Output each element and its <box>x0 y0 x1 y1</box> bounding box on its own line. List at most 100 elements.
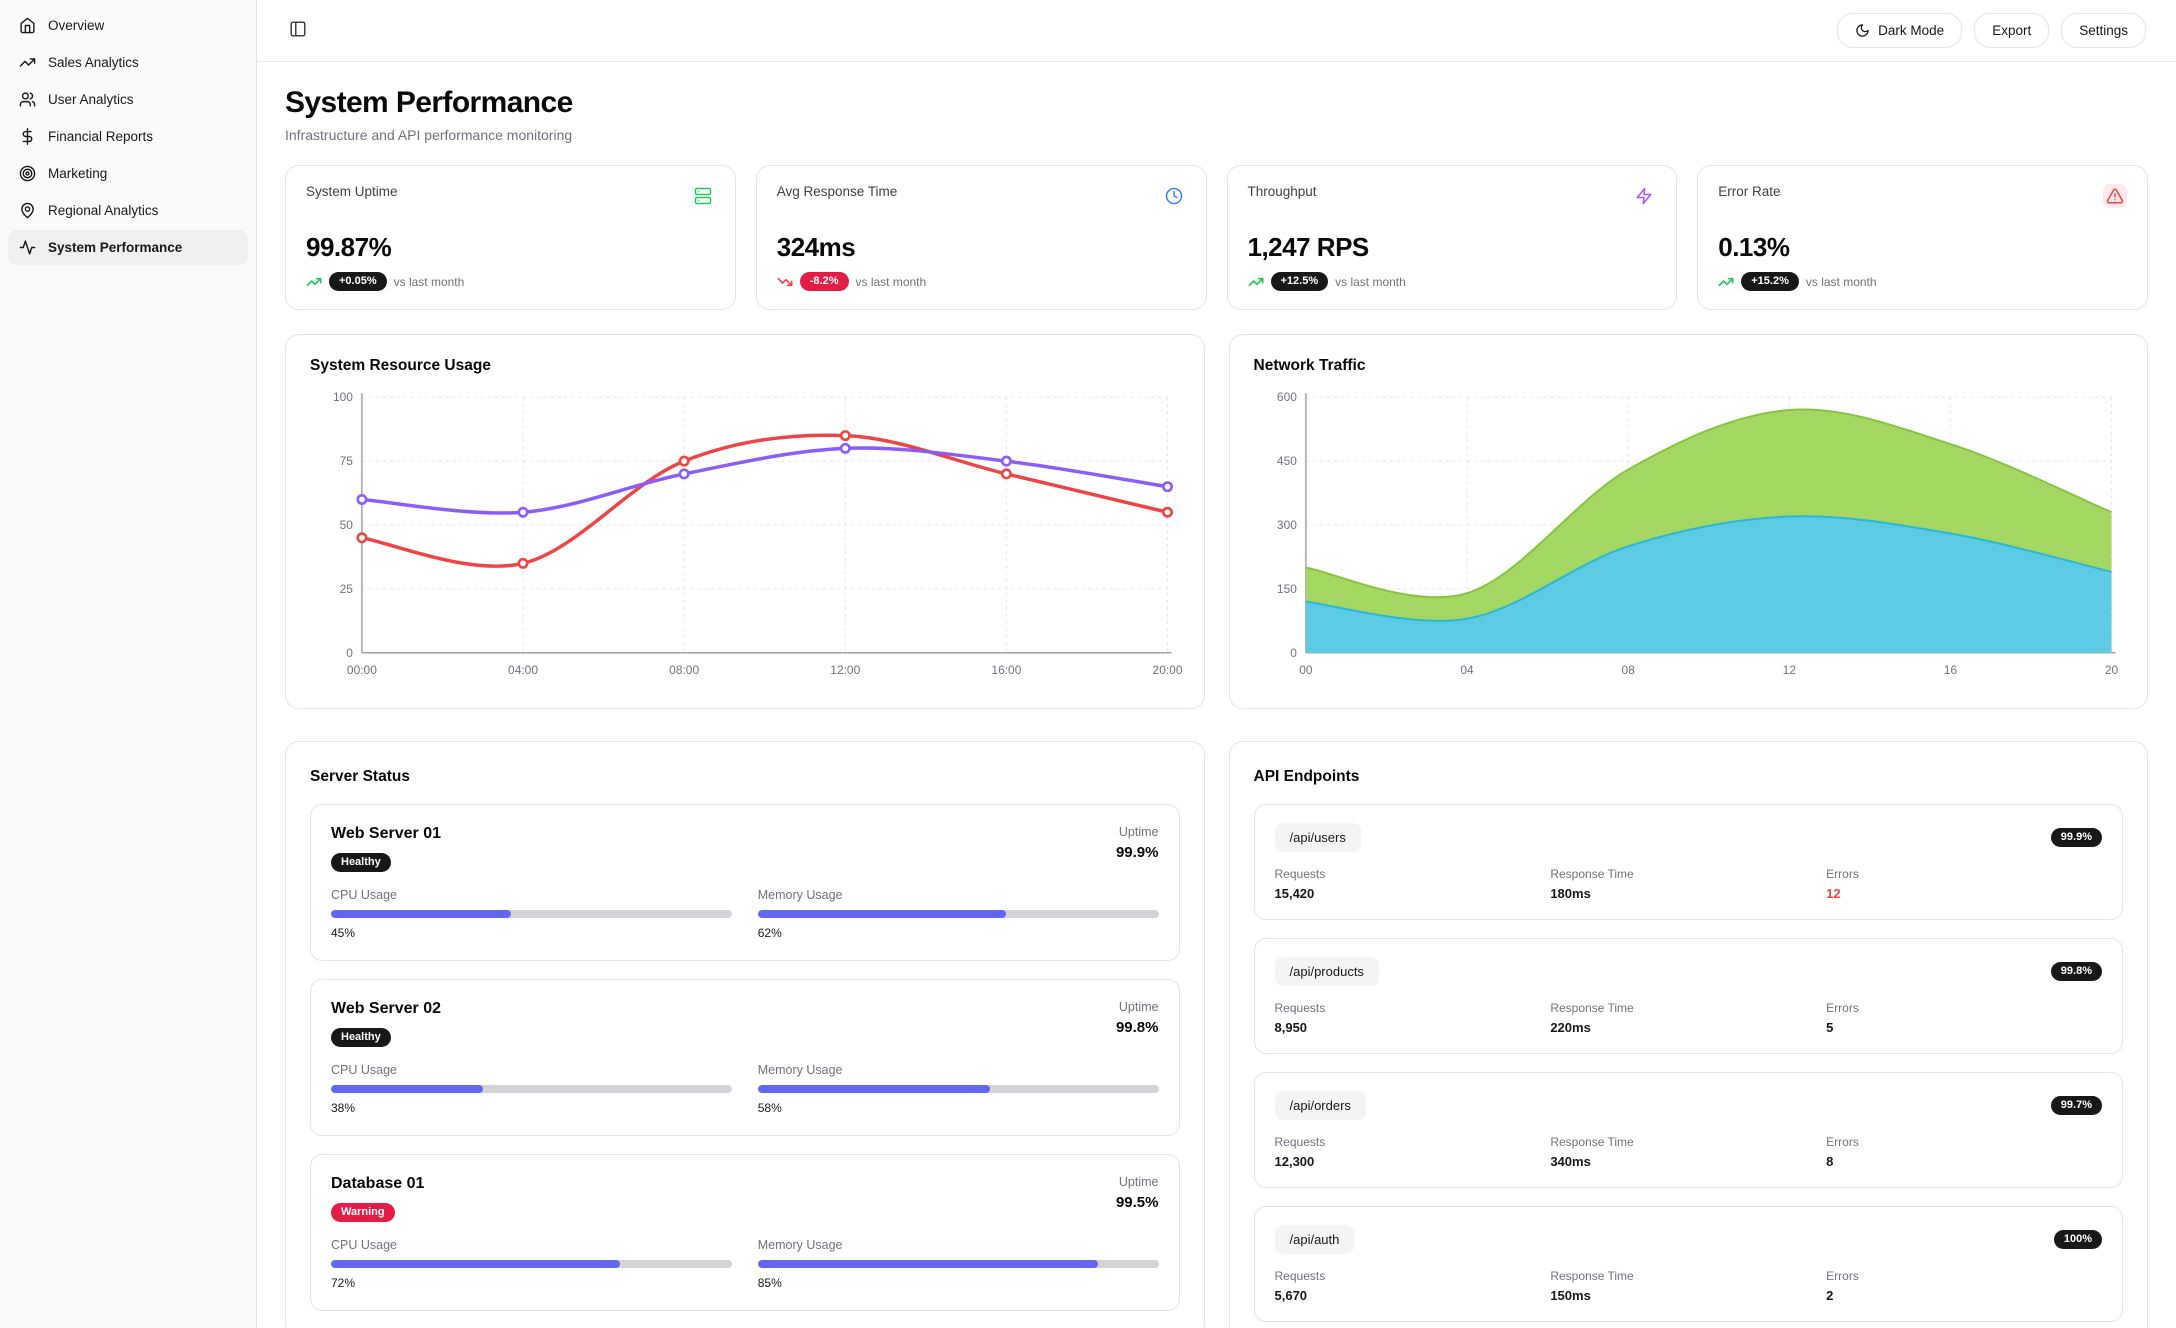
dark-mode-button[interactable]: Dark Mode <box>1837 13 1962 48</box>
kpi-change-badge: -8.2% <box>800 272 849 291</box>
trend-up-icon <box>306 274 322 290</box>
svg-text:600: 600 <box>1276 390 1296 404</box>
memory-usage-value: 58% <box>758 1101 1159 1115</box>
sidebar-item-sales-analytics[interactable]: Sales Analytics <box>8 45 248 80</box>
app-root: Overview Sales Analytics User Analytics … <box>0 0 2176 1328</box>
svg-text:75: 75 <box>340 454 354 468</box>
sidebar-item-label: Overview <box>48 18 104 33</box>
cpu-usage-label: CPU Usage <box>331 1063 732 1077</box>
response-time-value: 340ms <box>1550 1154 1826 1169</box>
kpi-title: Avg Response Time <box>777 184 898 199</box>
memory-usage-value: 62% <box>758 926 1159 940</box>
requests-label: Requests <box>1275 1269 1551 1283</box>
svg-text:50: 50 <box>340 518 354 532</box>
svg-text:150: 150 <box>1276 582 1296 596</box>
endpoint-name: /api/products <box>1275 957 1379 986</box>
cpu-progress-track <box>331 1260 732 1268</box>
trending-up-icon <box>19 54 36 71</box>
export-label: Export <box>1992 23 2031 38</box>
kpi-card-error-rate: Error Rate 0.13% +15.2% vs last month <box>1697 165 2148 310</box>
response-time-value: 220ms <box>1550 1020 1826 1035</box>
errors-label: Errors <box>1826 1269 2102 1283</box>
panel-title: Server Status <box>310 768 1180 786</box>
target-icon <box>19 165 36 182</box>
sidebar-item-system-performance[interactable]: System Performance <box>8 230 248 265</box>
endpoint-row-api-users: /api/users 99.9% Requests15,420 Response… <box>1254 804 2124 920</box>
sidebar-item-label: Sales Analytics <box>48 55 139 70</box>
uptime-value: 99.9% <box>1116 844 1159 861</box>
sidebar-item-label: System Performance <box>48 240 182 255</box>
settings-label: Settings <box>2079 23 2128 38</box>
memory-usage-value: 85% <box>758 1276 1159 1290</box>
requests-label: Requests <box>1275 867 1551 881</box>
endpoint-success-rate-badge: 99.8% <box>2051 962 2102 981</box>
svg-text:0: 0 <box>1290 646 1297 660</box>
uptime-value: 99.5% <box>1116 1194 1159 1211</box>
server-row-web-server-01: Web Server 01 Healthy Uptime 99.9% <box>310 804 1180 961</box>
sidebar-item-regional-analytics[interactable]: Regional Analytics <box>8 193 248 228</box>
kpi-value: 1,247 RPS <box>1248 232 1657 263</box>
requests-value: 8,950 <box>1275 1020 1551 1035</box>
page-title: System Performance <box>285 86 2148 120</box>
cpu-progress-fill <box>331 1085 483 1093</box>
errors-value: 5 <box>1826 1020 2102 1035</box>
sidebar-toggle-button[interactable] <box>287 18 309 43</box>
errors-label: Errors <box>1826 1001 2102 1015</box>
response-time-value: 150ms <box>1550 1288 1826 1303</box>
kpi-caption: vs last month <box>1335 275 1406 289</box>
response-time-label: Response Time <box>1550 1001 1826 1015</box>
network-traffic-card: Network Traffic 015030045060000040812162… <box>1229 334 2149 709</box>
kpi-grid: System Uptime 99.87% +0.05% vs last mont… <box>285 165 2148 310</box>
sidebar-item-overview[interactable]: Overview <box>8 8 248 43</box>
kpi-change-badge: +0.05% <box>329 272 387 291</box>
map-pin-icon <box>19 202 36 219</box>
kpi-title: System Uptime <box>306 184 398 199</box>
svg-text:04:00: 04:00 <box>508 663 538 677</box>
trend-up-icon <box>1718 274 1734 290</box>
uptime-label: Uptime <box>1116 825 1159 839</box>
sidebar-item-label: User Analytics <box>48 92 134 107</box>
svg-text:08:00: 08:00 <box>669 663 699 677</box>
uptime-label: Uptime <box>1116 1175 1159 1189</box>
response-time-label: Response Time <box>1550 867 1826 881</box>
svg-text:20: 20 <box>2104 663 2118 677</box>
kpi-title: Throughput <box>1248 184 1317 199</box>
server-row-database-01: Database 01 Warning Uptime 99.5% <box>310 1154 1180 1311</box>
topbar-actions: Dark Mode Export Settings <box>1837 13 2146 48</box>
cpu-progress-track <box>331 910 732 918</box>
sidebar-item-user-analytics[interactable]: User Analytics <box>8 82 248 117</box>
memory-progress-track <box>758 1085 1159 1093</box>
cpu-usage-value: 38% <box>331 1101 732 1115</box>
kpi-card-system-uptime: System Uptime 99.87% +0.05% vs last mont… <box>285 165 736 310</box>
network-traffic-area-chart: 0150300450600000408121620 <box>1254 387 2124 685</box>
activity-icon <box>19 239 36 256</box>
chart-title: System Resource Usage <box>310 357 1180 375</box>
kpi-card-throughput: Throughput 1,247 RPS +12.5% vs last mont… <box>1227 165 1678 310</box>
settings-button[interactable]: Settings <box>2061 13 2146 48</box>
home-icon <box>19 17 36 34</box>
kpi-value: 99.87% <box>306 232 715 263</box>
server-icon <box>691 184 715 208</box>
bottom-row: Server Status Web Server 01 Healthy Upti… <box>285 741 2148 1328</box>
dollar-icon <box>19 128 36 145</box>
sidebar-item-financial-reports[interactable]: Financial Reports <box>8 119 248 154</box>
memory-progress-track <box>758 910 1159 918</box>
clock-icon <box>1162 184 1186 208</box>
memory-progress-fill <box>758 1260 1099 1268</box>
page-subtitle: Infrastructure and API performance monit… <box>285 127 2148 143</box>
sidebar-item-marketing[interactable]: Marketing <box>8 156 248 191</box>
endpoint-success-rate-badge: 99.7% <box>2051 1096 2102 1115</box>
sidebar-item-label: Financial Reports <box>48 129 153 144</box>
kpi-title: Error Rate <box>1718 184 1780 199</box>
requests-label: Requests <box>1275 1135 1551 1149</box>
errors-value: 12 <box>1826 886 2102 901</box>
response-time-label: Response Time <box>1550 1135 1826 1149</box>
svg-text:450: 450 <box>1276 454 1296 468</box>
svg-text:16: 16 <box>1943 663 1957 677</box>
export-button[interactable]: Export <box>1974 13 2049 48</box>
kpi-card-avg-response-time: Avg Response Time 324ms -8.2% vs last mo… <box>756 165 1207 310</box>
resource-usage-line-chart: 025507510000:0004:0008:0012:0016:0020:00 <box>310 387 1180 685</box>
requests-value: 5,670 <box>1275 1288 1551 1303</box>
memory-progress-fill <box>758 910 1006 918</box>
svg-text:100: 100 <box>333 390 353 404</box>
